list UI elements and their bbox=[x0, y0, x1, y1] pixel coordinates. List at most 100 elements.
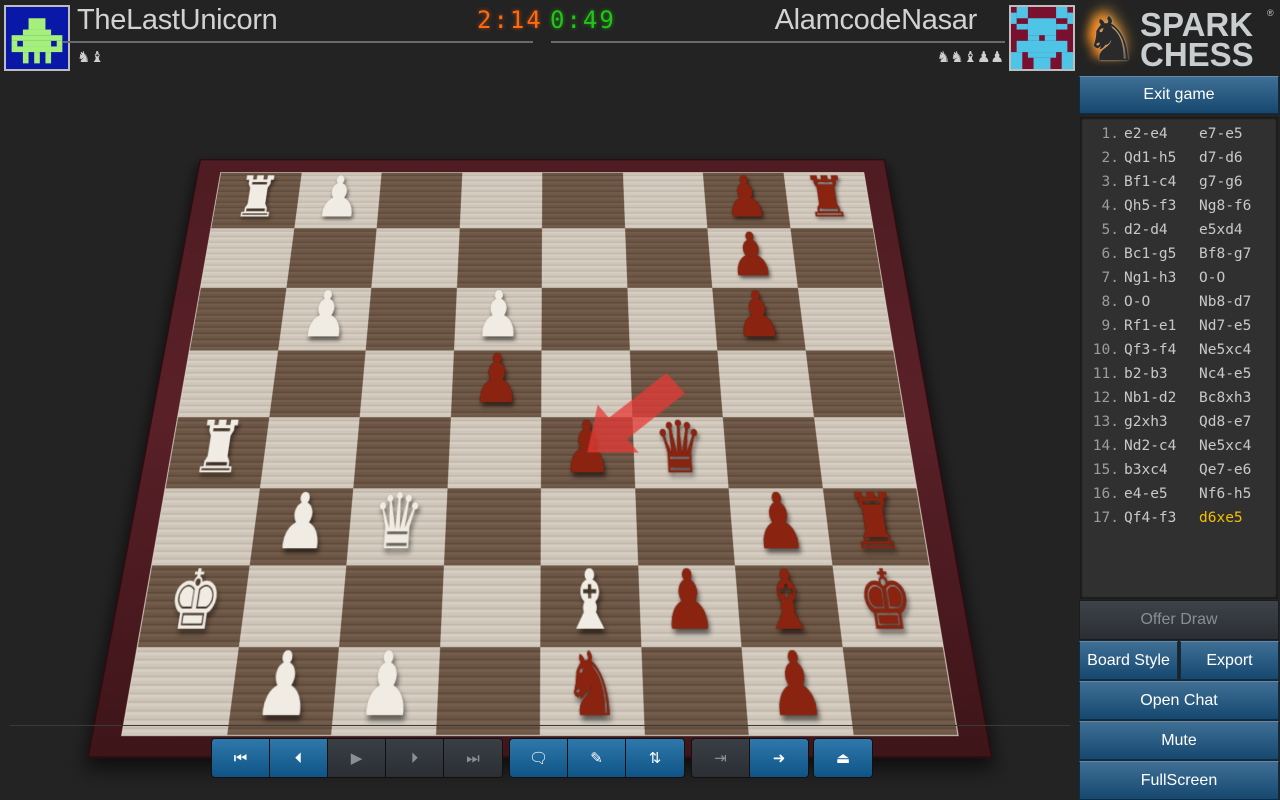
white-move[interactable]: Qh5-f3 bbox=[1121, 194, 1199, 218]
black-queen-icon[interactable]: ♛ bbox=[652, 406, 707, 491]
black-move[interactable]: Ng8-f6 bbox=[1199, 194, 1277, 218]
board-square[interactable] bbox=[376, 172, 462, 229]
eject-button[interactable]: ⏏ bbox=[814, 739, 872, 777]
board-square[interactable]: ♟ bbox=[331, 633, 440, 738]
board-square[interactable] bbox=[447, 417, 542, 489]
black-move[interactable]: d6xe5 bbox=[1199, 506, 1277, 530]
black-move[interactable]: Ne5xc4 bbox=[1199, 338, 1277, 362]
move-row[interactable]: 9. Rf1-e1 Nd7-e5 bbox=[1081, 314, 1277, 338]
edit-button[interactable]: ✎ bbox=[568, 739, 626, 777]
play-button[interactable]: ▶ bbox=[328, 739, 386, 777]
flip-board-button[interactable]: ⇅ bbox=[626, 739, 684, 777]
white-move[interactable]: Nd2-c4 bbox=[1121, 434, 1199, 458]
first-move-button[interactable]: ⏮ bbox=[212, 739, 270, 777]
board-square[interactable] bbox=[622, 172, 708, 229]
chess-board[interactable]: ♜ ♟ ♟ ♜ ♟ ♟ ♟ ♟ ♟ ♜ ♟ ♛ ♟ ♛ ♟ ♜ ♚ ♝ ♟ ♝ ♚ ♟ ♟ ♞ ♟ bbox=[121, 164, 959, 738]
board-square[interactable]: ♚ bbox=[831, 552, 943, 650]
white-pawn-icon[interactable]: ♟ bbox=[298, 278, 353, 353]
white-move[interactable]: Bf1-c4 bbox=[1121, 170, 1199, 194]
white-move[interactable]: g2xh3 bbox=[1121, 410, 1199, 434]
black-bishop-icon[interactable]: ♝ bbox=[756, 552, 819, 650]
black-pawn-icon[interactable]: ♟ bbox=[660, 552, 719, 650]
board-square[interactable] bbox=[797, 287, 894, 351]
white-queen-icon[interactable]: ♛ bbox=[369, 476, 426, 567]
black-move[interactable]: d7-d6 bbox=[1199, 146, 1277, 170]
board-square[interactable] bbox=[541, 228, 627, 288]
black-pawn-icon[interactable]: ♟ bbox=[721, 164, 772, 230]
next-move-button[interactable]: ⏵ bbox=[386, 739, 444, 777]
white-rook-icon[interactable]: ♜ bbox=[230, 164, 284, 230]
comment-button[interactable]: 🗨 bbox=[510, 739, 568, 777]
black-move[interactable]: Qe7-e6 bbox=[1199, 458, 1277, 482]
black-rook-icon[interactable]: ♜ bbox=[843, 476, 907, 567]
board-square[interactable]: ♛ bbox=[632, 406, 729, 491]
board-square[interactable] bbox=[805, 350, 905, 418]
white-move[interactable]: O-O bbox=[1121, 290, 1199, 314]
open-chat-button[interactable]: Open Chat bbox=[1079, 681, 1279, 720]
move-row[interactable]: 14. Nd2-c4 Ne5xc4 bbox=[1081, 434, 1277, 458]
move-row[interactable]: 8. O-O Nb8-d7 bbox=[1081, 290, 1277, 314]
last-move-button[interactable]: ⏭ bbox=[444, 739, 502, 777]
move-row[interactable]: 3. Bf1-c4 g7-g6 bbox=[1081, 170, 1277, 194]
move-row[interactable]: 12. Nb1-d2 Bc8xh3 bbox=[1081, 386, 1277, 410]
white-rook-icon[interactable]: ♜ bbox=[187, 406, 250, 491]
black-move[interactable]: O-O bbox=[1199, 266, 1277, 290]
white-move[interactable]: Qd1-h5 bbox=[1121, 146, 1199, 170]
previous-move-button[interactable]: ⏴ bbox=[270, 739, 328, 777]
black-move[interactable]: Nf6-h5 bbox=[1199, 482, 1277, 506]
mute-button[interactable]: Mute bbox=[1079, 721, 1279, 760]
board-square[interactable] bbox=[439, 564, 541, 647]
white-move[interactable]: Nb1-d2 bbox=[1121, 386, 1199, 410]
white-move[interactable]: Ng1-h3 bbox=[1121, 266, 1199, 290]
board-square[interactable]: ♟ bbox=[540, 406, 635, 491]
leave-button[interactable]: ➜ bbox=[750, 739, 808, 777]
black-move[interactable]: g7-g6 bbox=[1199, 170, 1277, 194]
board-square[interactable]: ♚ bbox=[137, 552, 250, 650]
white-pawn-icon[interactable]: ♟ bbox=[251, 633, 318, 738]
move-row[interactable]: 5. d2-d4 e5xd4 bbox=[1081, 218, 1277, 242]
board-square[interactable] bbox=[640, 646, 749, 735]
board-square[interactable] bbox=[541, 287, 630, 351]
board-square[interactable]: ♟ bbox=[637, 552, 742, 650]
move-row[interactable]: 17. Qf4-f3 d6xe5 bbox=[1081, 506, 1277, 530]
black-pawn-icon[interactable]: ♟ bbox=[726, 219, 778, 290]
move-row[interactable]: 1. e2-e4 e7-e5 bbox=[1081, 122, 1277, 146]
import-button[interactable]: ⇥ bbox=[692, 739, 750, 777]
board-square[interactable]: ♜ bbox=[783, 164, 873, 230]
black-rook-icon[interactable]: ♜ bbox=[801, 164, 854, 230]
black-move[interactable]: Bf8-g7 bbox=[1199, 242, 1277, 266]
black-pawn-icon[interactable]: ♟ bbox=[731, 278, 785, 353]
move-row[interactable]: 15. b3xc4 Qe7-e6 bbox=[1081, 458, 1277, 482]
board-square[interactable] bbox=[790, 228, 883, 288]
board-square[interactable] bbox=[359, 350, 454, 418]
board-square[interactable]: ♟ bbox=[450, 340, 542, 419]
board-square[interactable] bbox=[371, 228, 460, 288]
board-square[interactable] bbox=[189, 287, 287, 351]
black-move[interactable]: Nc4-e5 bbox=[1199, 362, 1277, 386]
board-square[interactable]: ♜ bbox=[165, 406, 269, 491]
black-move[interactable]: e5xd4 bbox=[1199, 218, 1277, 242]
white-move[interactable]: d2-d4 bbox=[1121, 218, 1199, 242]
board-square[interactable] bbox=[268, 350, 366, 418]
black-move[interactable]: Qd8-e7 bbox=[1199, 410, 1277, 434]
black-pawn-icon[interactable]: ♟ bbox=[764, 633, 830, 738]
fullscreen-button[interactable]: FullScreen bbox=[1079, 761, 1279, 800]
board-square[interactable] bbox=[542, 172, 625, 229]
board-square[interactable] bbox=[443, 488, 541, 565]
white-move[interactable]: e2-e4 bbox=[1121, 122, 1199, 146]
black-move[interactable]: Ne5xc4 bbox=[1199, 434, 1277, 458]
black-move[interactable]: Bc8xh3 bbox=[1199, 386, 1277, 410]
move-row[interactable]: 10. Qf3-f4 Ne5xc4 bbox=[1081, 338, 1277, 362]
white-move[interactable]: Bc1-g5 bbox=[1121, 242, 1199, 266]
white-move[interactable]: b2-b3 bbox=[1121, 362, 1199, 386]
white-pawn-icon[interactable]: ♟ bbox=[355, 633, 417, 738]
board-style-button[interactable]: Board Style bbox=[1079, 641, 1178, 680]
board-square[interactable] bbox=[459, 172, 543, 229]
board-square[interactable]: ♟ bbox=[277, 278, 372, 352]
black-move[interactable]: Nb8-d7 bbox=[1199, 290, 1277, 314]
board-square[interactable]: ♟ bbox=[293, 164, 382, 230]
move-row[interactable]: 2. Qd1-h5 d7-d6 bbox=[1081, 146, 1277, 170]
export-button[interactable]: Export bbox=[1180, 641, 1279, 680]
board-square[interactable] bbox=[842, 646, 958, 735]
black-pawn-icon[interactable]: ♟ bbox=[562, 406, 613, 491]
